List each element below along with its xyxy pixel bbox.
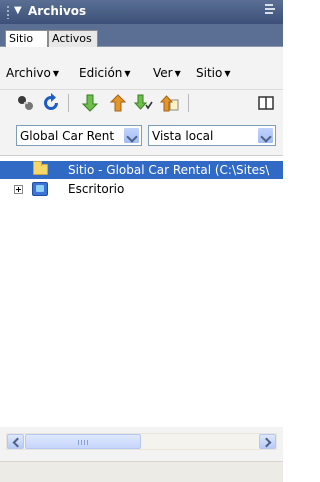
- chevron-down-icon: ▼: [124, 69, 131, 78]
- toolbar-separator: [188, 94, 189, 112]
- menu-edicion[interactable]: Edición ▼: [79, 66, 131, 80]
- scroll-thumb[interactable]: [25, 434, 141, 449]
- panel-title-bar[interactable]: ▼ Archivos: [0, 0, 283, 24]
- desktop-icon: [32, 182, 48, 196]
- files-toolbar: [0, 89, 283, 115]
- chevron-down-icon[interactable]: [123, 127, 140, 144]
- panel-title: Archivos: [28, 4, 87, 18]
- put-files-icon[interactable]: [108, 93, 128, 113]
- chevron-down-icon[interactable]: [257, 127, 274, 144]
- chevron-down-icon: ▼: [224, 69, 231, 78]
- expand-panel-icon[interactable]: [256, 93, 276, 113]
- tree-item-escritorio[interactable]: Escritorio: [0, 180, 283, 198]
- refresh-icon[interactable]: [41, 93, 61, 113]
- collapse-arrow-icon[interactable]: ▼: [14, 5, 22, 16]
- check-in-icon[interactable]: [159, 93, 180, 113]
- scroll-right-button[interactable]: [259, 434, 276, 449]
- tab-activos[interactable]: Activos: [48, 30, 98, 47]
- site-view-selectors: Global Car Rent Vista local: [0, 125, 283, 147]
- scroll-left-button[interactable]: [7, 434, 24, 449]
- tab-sitio[interactable]: Sitio: [5, 30, 48, 47]
- chevron-down-icon: ▼: [174, 69, 181, 78]
- grip-icon[interactable]: [6, 5, 10, 19]
- get-files-icon[interactable]: [80, 93, 100, 113]
- chevron-down-icon: ▼: [52, 69, 60, 78]
- menu-ver[interactable]: Ver ▼: [153, 66, 181, 80]
- connect-icon[interactable]: [16, 93, 36, 113]
- site-select[interactable]: Global Car Rent: [16, 125, 142, 146]
- status-bar: [0, 461, 283, 482]
- file-tree: Sitio - Global Car Rental (C:\Sites\ Esc…: [0, 155, 283, 427]
- check-out-icon[interactable]: [133, 93, 154, 113]
- menu-archivo[interactable]: Archivo ▼: [6, 66, 59, 80]
- folder-icon: [33, 161, 48, 175]
- panel-options-menu-icon[interactable]: [265, 4, 277, 16]
- panel-menu-bar: Archivo ▼ Edición ▼ Ver ▼ Sitio ▼: [0, 63, 283, 83]
- menu-sitio[interactable]: Sitio ▼: [196, 66, 231, 80]
- view-select[interactable]: Vista local: [148, 125, 276, 146]
- horizontal-scrollbar[interactable]: [6, 433, 277, 450]
- tree-item-site-root[interactable]: Sitio - Global Car Rental (C:\Sites\: [0, 161, 283, 179]
- files-panel-content: Archivo ▼ Edición ▼ Ver ▼ Sitio ▼ Global…: [0, 47, 283, 482]
- toolbar-separator: [68, 94, 69, 112]
- tree-item-label: Sitio - Global Car Rental (C:\Sites\: [68, 163, 270, 177]
- tree-item-label: Escritorio: [68, 182, 125, 196]
- view-select-value: Vista local: [152, 129, 214, 143]
- expand-plus-icon[interactable]: [14, 185, 23, 194]
- site-select-value: Global Car Rent: [20, 129, 115, 143]
- panel-tabs: Sitio Activos: [0, 24, 283, 47]
